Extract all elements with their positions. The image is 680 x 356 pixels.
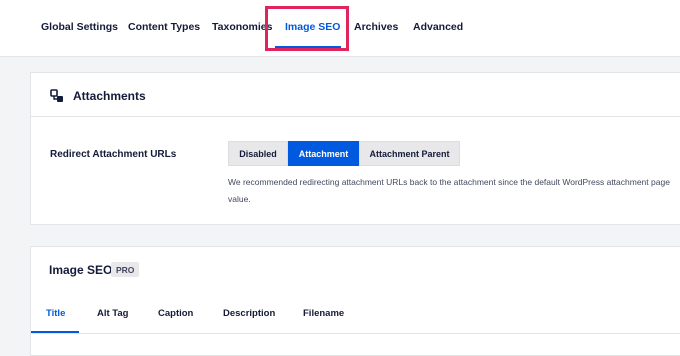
highlight-box <box>265 6 349 51</box>
description-line-2: value. <box>228 194 251 204</box>
tab-archives[interactable]: Archives <box>354 21 398 33</box>
attachments-card: Attachments Redirect Attachment URLs Dis… <box>30 72 680 225</box>
subtab-filename[interactable]: Filename <box>303 308 344 319</box>
image-seo-card: Image SEO PRO Title Alt Tag Caption Desc… <box>30 246 680 356</box>
attachments-title: Attachments <box>73 89 146 103</box>
subtab-description[interactable]: Description <box>223 308 275 319</box>
subtabs-divider <box>31 333 680 334</box>
attachments-header: Attachments <box>31 73 680 117</box>
option-attachment[interactable]: Attachment <box>288 141 359 166</box>
attachment-icon <box>50 89 63 102</box>
active-subtab-underline <box>31 331 79 333</box>
image-seo-title: Image SEO <box>49 263 113 277</box>
subtab-title[interactable]: Title <box>46 308 65 319</box>
subtab-caption[interactable]: Caption <box>158 308 193 319</box>
tab-global-settings[interactable]: Global Settings <box>41 21 118 33</box>
tab-taxonomies[interactable]: Taxonomies <box>212 21 273 33</box>
option-disabled[interactable]: Disabled <box>228 141 288 166</box>
subtab-alt-tag[interactable]: Alt Tag <box>97 308 129 319</box>
pro-badge: PRO <box>111 262 140 277</box>
tab-content-types[interactable]: Content Types <box>128 21 200 33</box>
redirect-description: We recommended redirecting attachment UR… <box>228 174 680 208</box>
redirect-attachment-urls-label: Redirect Attachment URLs <box>50 149 177 160</box>
tab-advanced[interactable]: Advanced <box>413 21 463 33</box>
description-line-1: We recommended redirecting attachment UR… <box>228 177 670 187</box>
option-attachment-parent[interactable]: Attachment Parent <box>359 141 460 166</box>
